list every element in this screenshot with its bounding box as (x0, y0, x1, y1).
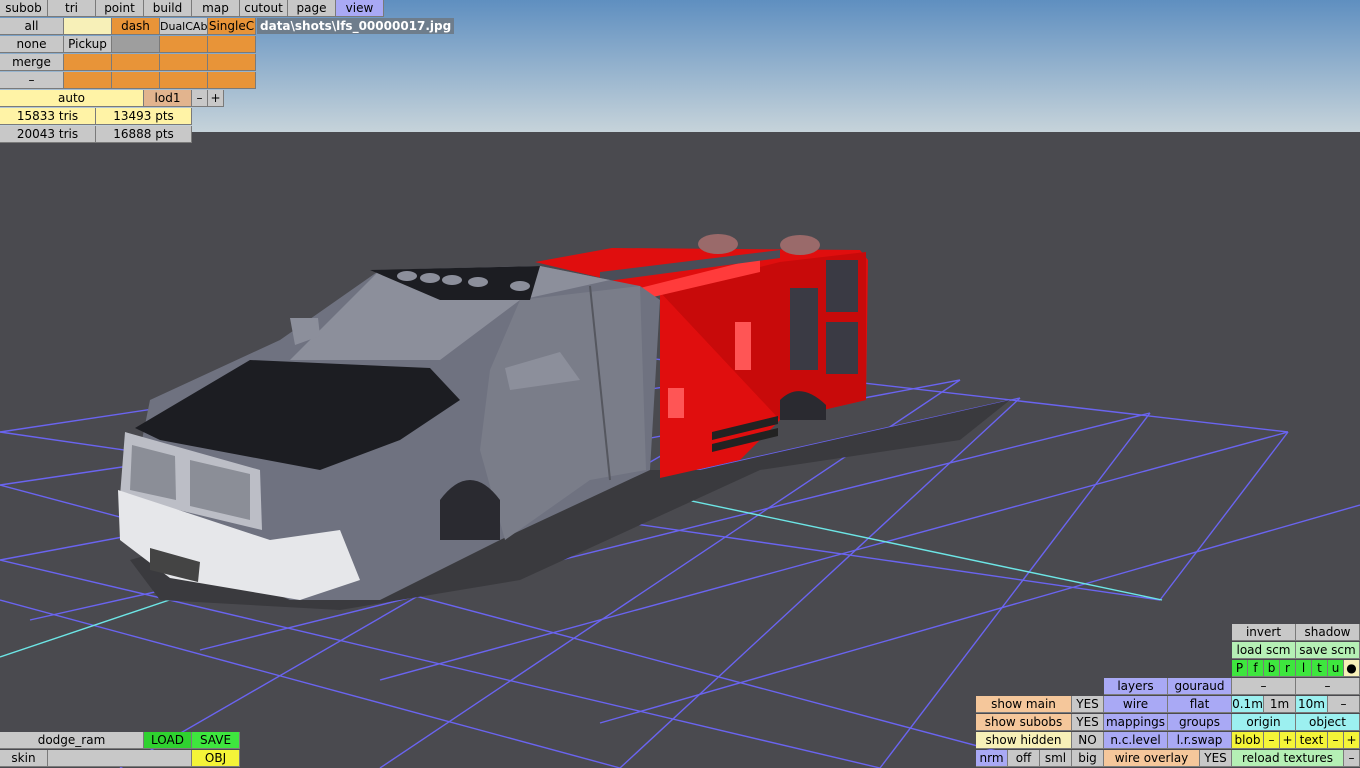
select-all-button[interactable]: all (0, 18, 64, 35)
toggle-f[interactable]: f (1248, 660, 1264, 677)
shadow-button[interactable]: shadow (1296, 624, 1360, 641)
tri-count-lod: 15833 tris (0, 108, 96, 125)
mappings-button[interactable]: mappings (1104, 714, 1168, 731)
object-name-field[interactable]: dodge_ram (0, 732, 144, 749)
subob-slot[interactable] (112, 54, 160, 71)
blob-minus-button[interactable]: – (1264, 732, 1280, 749)
menu-subob[interactable]: subob (0, 0, 48, 17)
3d-viewport[interactable] (0, 0, 1360, 768)
minus-button[interactable]: – (1232, 678, 1296, 695)
text-minus-button[interactable]: – (1328, 732, 1344, 749)
toggle-r[interactable]: r (1280, 660, 1296, 677)
subob-slot[interactable] (160, 72, 208, 89)
text-plus-button[interactable]: + (1344, 732, 1360, 749)
show-subobs-value[interactable]: YES (1072, 714, 1104, 731)
normals-off-button[interactable]: off (1008, 750, 1040, 767)
subob-singlec[interactable]: SingleC (208, 18, 256, 35)
toggle-t[interactable]: t (1312, 660, 1328, 677)
point-count-total: 16888 pts (96, 126, 192, 143)
wire-overlay-value[interactable]: YES (1200, 750, 1232, 767)
normals-big-button[interactable]: big (1072, 750, 1104, 767)
gouraud-button[interactable]: gouraud (1168, 678, 1232, 695)
blob-button[interactable]: blob (1232, 732, 1264, 749)
lod1-button[interactable]: lod1 (144, 90, 192, 107)
wire-overlay-label[interactable]: wire overlay (1104, 750, 1200, 767)
show-hidden-label[interactable]: show hidden (976, 732, 1072, 749)
menu-tri[interactable]: tri (48, 0, 96, 17)
subob-slot[interactable] (112, 36, 160, 53)
minus-button[interactable]: – (0, 72, 64, 89)
object-button[interactable]: object (1296, 714, 1360, 731)
text-button[interactable]: text (1296, 732, 1328, 749)
show-main-label[interactable]: show main (976, 696, 1072, 713)
dot-icon[interactable]: ● (1344, 660, 1360, 677)
nc-level-button[interactable]: n.c.level (1104, 732, 1168, 749)
lod-plus-button[interactable]: + (208, 90, 224, 107)
subob-slot-empty[interactable] (64, 18, 112, 35)
normals-small-button[interactable]: sml (1040, 750, 1072, 767)
toggle-l[interactable]: l (1296, 660, 1312, 677)
menu-map[interactable]: map (192, 0, 240, 17)
load-button[interactable]: LOAD (144, 732, 192, 749)
grid-0-1m-button[interactable]: 0.1m (1232, 696, 1264, 713)
subob-slot[interactable] (160, 36, 208, 53)
grid-10m-button[interactable]: 10m (1296, 696, 1328, 713)
show-subobs-label[interactable]: show subobs (976, 714, 1072, 731)
select-none-button[interactable]: none (0, 36, 64, 53)
tri-count-total: 20043 tris (0, 126, 96, 143)
lod-minus-button[interactable]: – (192, 90, 208, 107)
obj-button[interactable]: OBJ (192, 750, 240, 767)
toggle-u[interactable]: u (1328, 660, 1344, 677)
menu-build[interactable]: build (144, 0, 192, 17)
toggle-p[interactable]: P (1232, 660, 1248, 677)
subob-slot[interactable] (208, 72, 256, 89)
subob-dash[interactable]: dash (112, 18, 160, 35)
grid-minus-button[interactable]: – (1328, 696, 1360, 713)
subob-pickup[interactable]: Pickup (64, 36, 112, 53)
file-path: data\shots\lfs_00000017.jpg (257, 18, 455, 34)
subob-dualcab[interactable]: DualCAb (160, 18, 208, 35)
reload-textures-button[interactable]: reload textures (1232, 750, 1344, 767)
normals-button[interactable]: nrm (976, 750, 1008, 767)
show-hidden-value[interactable]: NO (1072, 732, 1104, 749)
skin-field[interactable] (48, 750, 192, 767)
toggle-b[interactable]: b (1264, 660, 1280, 677)
subob-slot[interactable] (208, 36, 256, 53)
load-scm-button[interactable]: load scm (1232, 642, 1296, 659)
subob-slot[interactable] (208, 54, 256, 71)
skin-label: skin (0, 750, 48, 767)
lr-swap-button[interactable]: l.r.swap (1168, 732, 1232, 749)
menu-cutout[interactable]: cutout (240, 0, 288, 17)
flat-button[interactable]: flat (1168, 696, 1232, 713)
reload-minus-button[interactable]: – (1344, 750, 1360, 767)
minus-button[interactable]: – (1296, 678, 1360, 695)
grid-1m-button[interactable]: 1m (1264, 696, 1296, 713)
blob-plus-button[interactable]: + (1280, 732, 1296, 749)
subob-slot[interactable] (160, 54, 208, 71)
layers-button[interactable]: layers (1104, 678, 1168, 695)
menu-point[interactable]: point (96, 0, 144, 17)
subob-slot[interactable] (112, 72, 160, 89)
show-main-value[interactable]: YES (1072, 696, 1104, 713)
invert-button[interactable]: invert (1232, 624, 1296, 641)
groups-button[interactable]: groups (1168, 714, 1232, 731)
merge-button[interactable]: merge (0, 54, 64, 71)
save-scm-button[interactable]: save scm (1296, 642, 1360, 659)
menu-page[interactable]: page (288, 0, 336, 17)
subob-slot[interactable] (64, 72, 112, 89)
subob-slot[interactable] (64, 54, 112, 71)
origin-button[interactable]: origin (1232, 714, 1296, 731)
menu-view[interactable]: view (336, 0, 384, 17)
point-count-lod: 13493 pts (96, 108, 192, 125)
save-button[interactable]: SAVE (192, 732, 240, 749)
wire-button[interactable]: wire (1104, 696, 1168, 713)
lod-auto-button[interactable]: auto (0, 90, 144, 107)
